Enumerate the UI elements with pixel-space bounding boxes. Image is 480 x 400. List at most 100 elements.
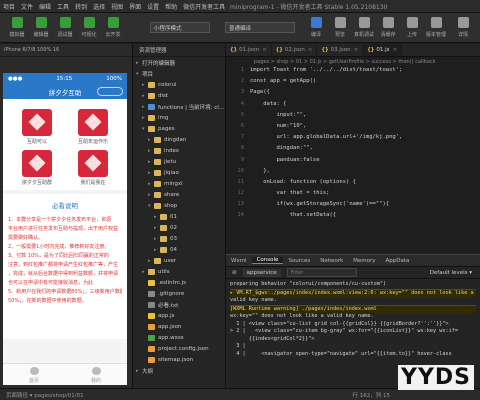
close-icon[interactable]: × (392, 47, 397, 53)
menu-item[interactable]: 设置 (144, 2, 162, 11)
tree-item[interactable]: ▸ dingdan (133, 134, 225, 145)
tree-item[interactable]: ▸ functions | 当前环境: cl... (133, 101, 225, 112)
toolbar-button[interactable]: 编辑器 (28, 15, 54, 41)
tree-item[interactable]: ▸ jietu (133, 156, 225, 167)
phone-tab[interactable]: 首页 (3, 364, 65, 385)
toolbar-button[interactable]: 清缓存 (375, 15, 401, 41)
phone-tab[interactable]: 我的 (65, 364, 127, 385)
menu-item[interactable]: 视图 (108, 2, 126, 11)
tree-item[interactable]: ▸ index (133, 145, 225, 156)
tree-item[interactable]: ▸ 02 (133, 222, 225, 233)
toolbar-button[interactable]: 模拟器 (4, 15, 30, 41)
code-area[interactable]: 1 import Toast from '../../../dist/toast/… (226, 67, 480, 224)
tree-item[interactable]: ▸ dist (133, 90, 225, 101)
editor-tab-label: 02.json (284, 47, 305, 53)
tree-item[interactable]: app.js (133, 310, 225, 321)
menu-item[interactable]: 帮助 (162, 2, 180, 11)
grid-item[interactable]: 我们是我在 (65, 150, 121, 186)
grid-item[interactable]: 互助可以 (9, 109, 65, 145)
toolbar-button[interactable]: 编译 (303, 15, 329, 41)
tree-item-label: user (164, 257, 176, 264)
toolbar-button[interactable]: 云开发 (100, 15, 126, 41)
code-line: 14 that.setData({ (232, 212, 480, 223)
toolbar-button[interactable]: 真机调试 (351, 15, 377, 41)
menu-item[interactable]: 项目 (0, 2, 18, 11)
close-icon[interactable]: × (262, 47, 267, 53)
menu-item[interactable]: 界面 (126, 2, 144, 11)
menu-item[interactable]: 工具 (54, 2, 72, 11)
toolbar-button[interactable]: 详情 (450, 15, 476, 41)
mode-select[interactable]: 小程序模式 (150, 22, 210, 33)
grid-item[interactable]: 拼夕夕互助群 (9, 150, 65, 186)
folder-icon (148, 81, 155, 88)
menu-item[interactable]: 微信开发者工具 (180, 2, 228, 11)
editor-tab[interactable]: {} 01.json × (226, 44, 272, 56)
devtools-tab[interactable]: Wxml (226, 258, 252, 264)
folder-icon (148, 92, 155, 99)
menu-item[interactable]: 文件 (18, 2, 36, 11)
tree-item[interactable]: ▸ img (133, 112, 225, 123)
tree-item[interactable]: ▸ mingxi (133, 178, 225, 189)
grid-item[interactable]: 互助年运作乐 (65, 109, 121, 145)
menu-item[interactable]: 编辑 (36, 2, 54, 11)
toolbar-button-label: 上传 (406, 32, 417, 38)
tree-item[interactable]: 必看.txt (133, 299, 225, 310)
devtools-tab[interactable]: Memory (348, 258, 380, 264)
tree-item-label: 必看.txt (158, 302, 179, 309)
tree-item[interactable]: app.wxss (133, 332, 225, 343)
close-icon[interactable]: × (354, 47, 359, 53)
tree-item[interactable]: ▸ 大纲 (133, 365, 225, 376)
capsule-menu-icon[interactable] (97, 87, 123, 96)
devtools-tab[interactable]: AppData (381, 258, 415, 264)
toolbar-icon (11, 17, 23, 28)
compile-select[interactable]: 普通编译 (225, 22, 295, 33)
toolbar-button[interactable]: 预览 (327, 15, 353, 41)
tree-item[interactable]: ▸ 03 (133, 233, 225, 244)
menu-item[interactable]: 转到 (72, 2, 90, 11)
tree-item[interactable]: ▸ jiqiao (133, 167, 225, 178)
file-icon: {} (367, 47, 375, 53)
tree-item-label: 03 (170, 235, 177, 242)
tree-item[interactable]: ▸ colorui (133, 79, 225, 90)
tree-item[interactable]: ▾ 项目 (133, 68, 225, 79)
tree-item[interactable]: ▸ 04 (133, 244, 225, 255)
tree-item[interactable]: ▸ share (133, 189, 225, 200)
file-icon (148, 356, 155, 363)
tree-item[interactable]: ▾ shop (133, 200, 225, 211)
status-time: 15:15 (56, 75, 73, 82)
tree-item[interactable]: .eslintrc.js (133, 277, 225, 288)
toolbar-icon (107, 17, 119, 28)
toolbar-button[interactable]: 上传 (399, 15, 425, 41)
filter-input[interactable]: Filter (286, 268, 357, 277)
tree-item[interactable]: ▾ pages (133, 123, 225, 134)
devtools-tab[interactable]: Sources (283, 258, 315, 264)
levels-select[interactable]: Default levels ▾ (430, 270, 472, 276)
toolbar-button[interactable]: 版本管理 (423, 15, 449, 41)
editor-tab[interactable]: {} 02.json × (272, 44, 318, 56)
tree-item[interactable]: sitemap.json (133, 354, 225, 365)
toolbar-button[interactable]: 调试器 (52, 15, 78, 41)
tree-item[interactable]: ▸ 打开的编辑器 (133, 57, 225, 68)
context-select[interactable]: appservice (242, 268, 281, 277)
editor-tab[interactable]: {} 01.js × (363, 44, 403, 56)
tree-item[interactable]: ▸ utils (133, 266, 225, 277)
editor-tab[interactable]: {} 03.json × (317, 44, 364, 56)
devtools-tab[interactable]: Network (315, 258, 348, 264)
close-icon[interactable]: × (308, 47, 313, 53)
tree-item[interactable]: ▸ user (133, 255, 225, 266)
device-select[interactable]: iPhone 6/7/8 100% 16 (0, 44, 132, 57)
tree-item[interactable]: .gitignore (133, 288, 225, 299)
code-line: 4 data: { (232, 101, 480, 112)
tree-item[interactable]: ▸ 01 (133, 211, 225, 222)
page-path[interactable]: 页面路径 ▾ pages/shop/01/01 (0, 391, 84, 399)
devtools-tab[interactable]: Console (251, 257, 284, 264)
file-icon (148, 334, 155, 341)
folder-icon (154, 169, 161, 176)
menu-item[interactable]: 选择 (90, 2, 108, 11)
clear-console-icon[interactable]: ⊘ (232, 270, 237, 276)
tree-item[interactable]: project.config.json (133, 343, 225, 354)
tree-item[interactable]: app.json (133, 321, 225, 332)
grid-caption: 互助可以 (26, 139, 47, 145)
code-line: 9 panduan:false (232, 157, 480, 168)
toolbar-button[interactable]: 可视化 (76, 15, 102, 41)
